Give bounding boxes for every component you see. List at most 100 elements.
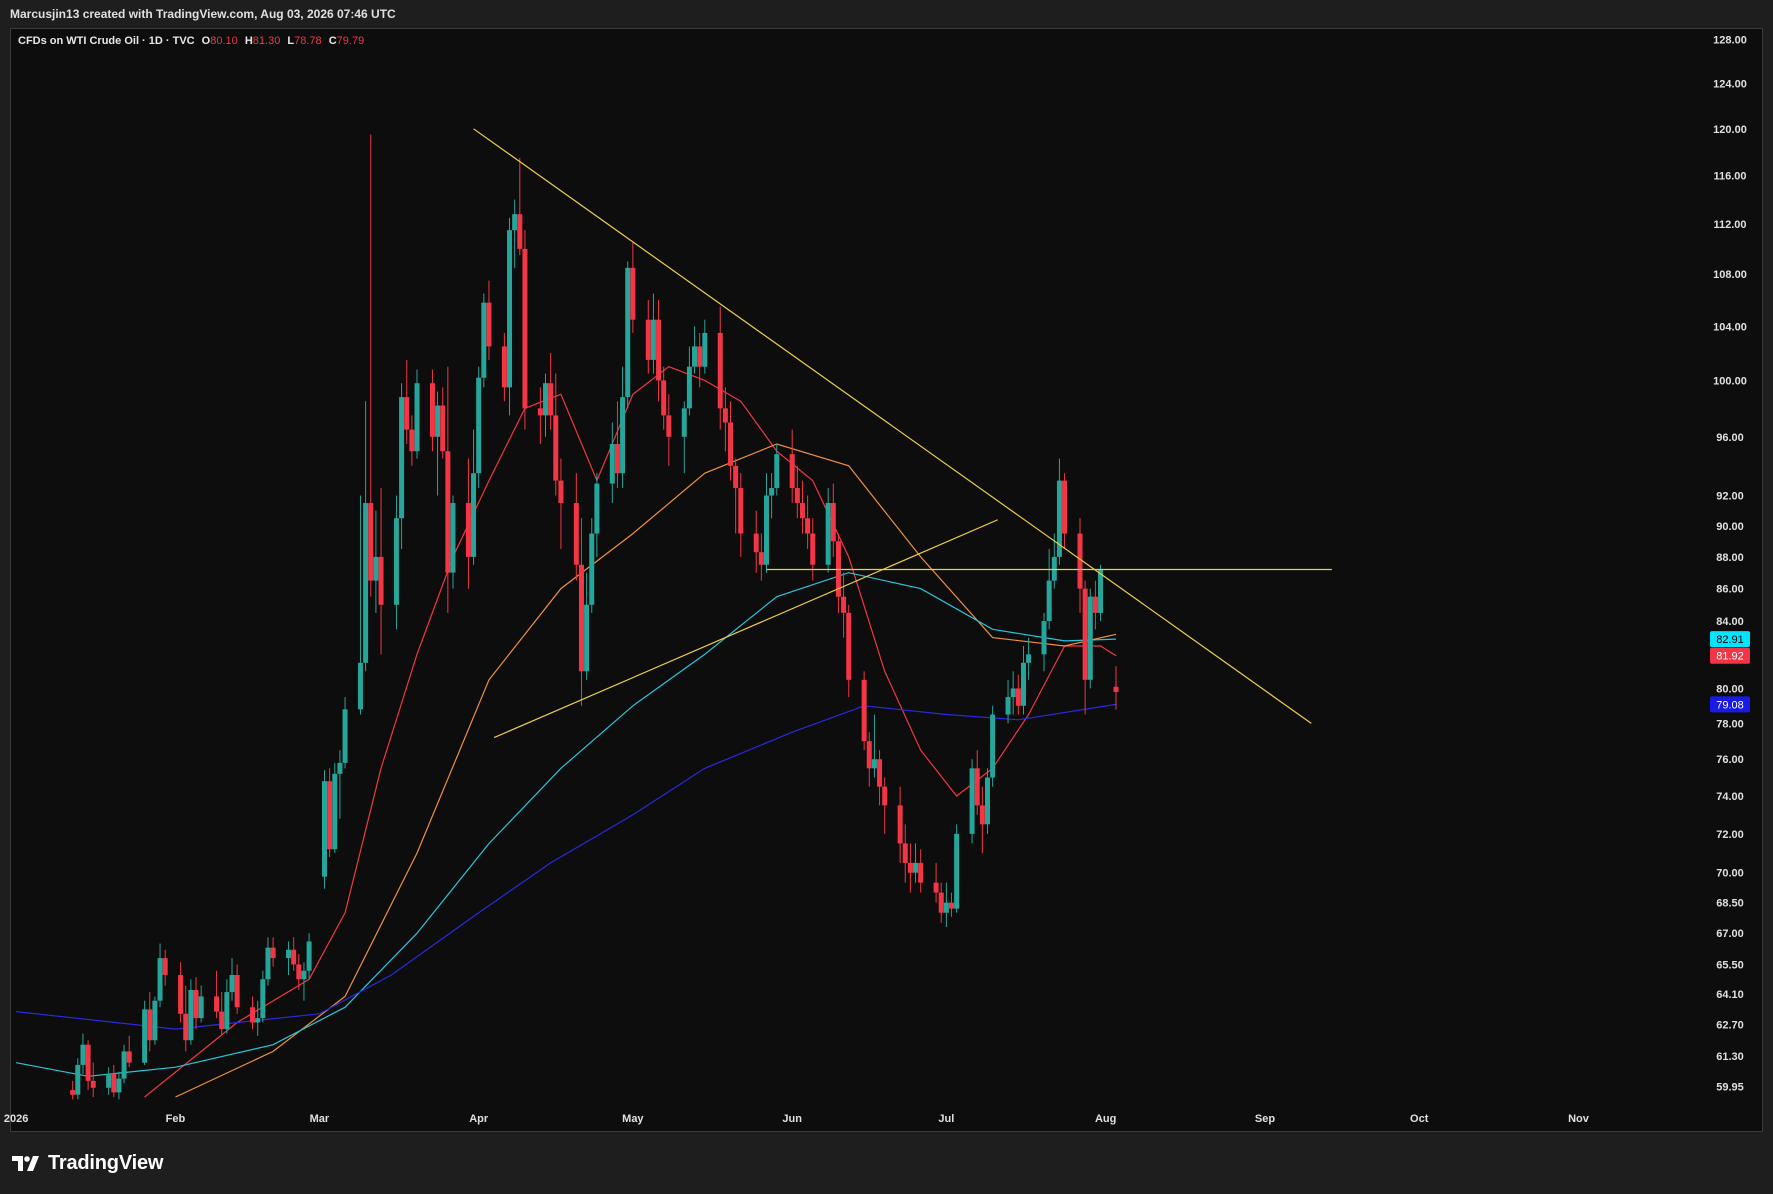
candle	[979, 786, 985, 854]
candle-body	[373, 556, 379, 581]
candle-body	[681, 408, 687, 437]
candle	[763, 473, 769, 573]
x-axis-tick-label: Feb	[166, 1113, 186, 1125]
candle	[476, 366, 482, 489]
candle	[85, 1040, 91, 1091]
price-badge: 79.08	[1710, 696, 1750, 713]
candle-body	[106, 1074, 112, 1088]
candle	[1041, 612, 1047, 672]
candle-body	[116, 1078, 122, 1093]
candle	[913, 843, 919, 883]
candle-body	[414, 383, 420, 452]
y-axis-tick-label: 62.70	[1716, 1020, 1744, 1032]
candle	[404, 359, 410, 444]
candle-body	[301, 970, 307, 980]
candle	[481, 293, 487, 388]
y-axis: 128.00 124.00 120.00 116.00 112.00 108.00 104.…	[1713, 35, 1747, 1094]
candle-body	[286, 949, 292, 959]
open-value: 80.10	[210, 35, 238, 47]
candle	[270, 937, 276, 967]
candle-body	[841, 596, 847, 613]
candle-body	[584, 604, 590, 672]
candle-body	[954, 833, 960, 909]
candle	[70, 1080, 76, 1100]
candle-body	[542, 383, 548, 416]
candle	[1092, 580, 1098, 630]
symbol-legend: CFDs on WTI Crude Oil · 1D · TVC O80.10 …	[18, 35, 364, 47]
candle-body	[327, 781, 333, 850]
y-axis-tick-label: 124.00	[1713, 79, 1747, 91]
y-axis-tick-label: 120.00	[1713, 124, 1747, 136]
candle-body	[126, 1051, 132, 1063]
candle	[722, 387, 728, 452]
candle-body	[1020, 662, 1026, 706]
footer-bar	[0, 1132, 1773, 1194]
candle	[121, 1044, 127, 1084]
candle	[573, 473, 579, 581]
candle	[558, 458, 564, 550]
candle-body	[219, 1011, 225, 1030]
candle-body	[255, 1018, 261, 1023]
candle-body	[558, 480, 564, 504]
tradingview-logo-icon	[12, 1156, 39, 1171]
candle-body	[979, 805, 985, 825]
candle	[578, 518, 584, 706]
candle	[414, 369, 420, 459]
candle	[630, 242, 636, 333]
candle	[949, 892, 955, 917]
x-axis-tick-label: Oct	[1410, 1113, 1429, 1125]
x-axis-tick-label: Aug	[1095, 1113, 1116, 1125]
candle	[984, 768, 990, 834]
y-axis-tick-label: 96.00	[1716, 432, 1744, 444]
candle-body	[75, 1064, 81, 1095]
candle-body	[984, 777, 990, 825]
candle	[373, 510, 379, 613]
candle	[933, 862, 939, 903]
candle-body	[722, 408, 728, 423]
y-axis-tick-label: 67.00	[1716, 928, 1744, 940]
candle-body	[368, 503, 374, 581]
candle-body	[902, 843, 908, 863]
candle	[1015, 674, 1021, 715]
candle-body	[692, 346, 698, 367]
candle	[686, 346, 692, 416]
candle-body	[861, 679, 867, 742]
candle-body	[938, 892, 944, 913]
candle-body	[897, 805, 903, 844]
tradingview-logo[interactable]: TradingView	[12, 1150, 163, 1176]
x-axis-tick-label: Sep	[1255, 1113, 1275, 1125]
candle-body	[650, 319, 656, 360]
candle-body	[1010, 688, 1016, 698]
y-axis-tick-label: 74.00	[1716, 791, 1744, 803]
candle	[255, 1000, 261, 1036]
candle-body	[1082, 588, 1088, 680]
candle-body	[501, 346, 507, 388]
candle-body	[306, 941, 312, 971]
candle-body	[1026, 654, 1032, 663]
candle-body	[578, 564, 584, 672]
candle-body	[471, 473, 477, 557]
candle-body	[224, 992, 230, 1030]
candle-body	[825, 503, 831, 565]
candle	[157, 943, 163, 1008]
candle	[116, 1071, 122, 1100]
candle	[126, 1035, 132, 1068]
candle	[861, 671, 867, 751]
candle	[429, 369, 435, 452]
candle-body	[229, 975, 235, 993]
candle	[938, 882, 944, 923]
moving-average-line-1	[144, 366, 1117, 1098]
candle-body	[758, 552, 764, 565]
symbol-name: CFDs on WTI Crude Oil · 1D · TVC	[18, 35, 195, 47]
price-chart[interactable]: 128.00 124.00 120.00 116.00 112.00 108.00 104.…	[0, 0, 1773, 1194]
candle-body	[614, 443, 620, 474]
candle	[871, 714, 877, 778]
candle	[193, 977, 199, 1030]
candle	[589, 518, 595, 613]
candle	[866, 732, 872, 787]
candle	[789, 429, 795, 504]
candle	[954, 824, 960, 913]
y-axis-tick-label: 64.10	[1716, 989, 1744, 1001]
candle-body	[702, 332, 708, 367]
candle-body	[974, 768, 980, 806]
